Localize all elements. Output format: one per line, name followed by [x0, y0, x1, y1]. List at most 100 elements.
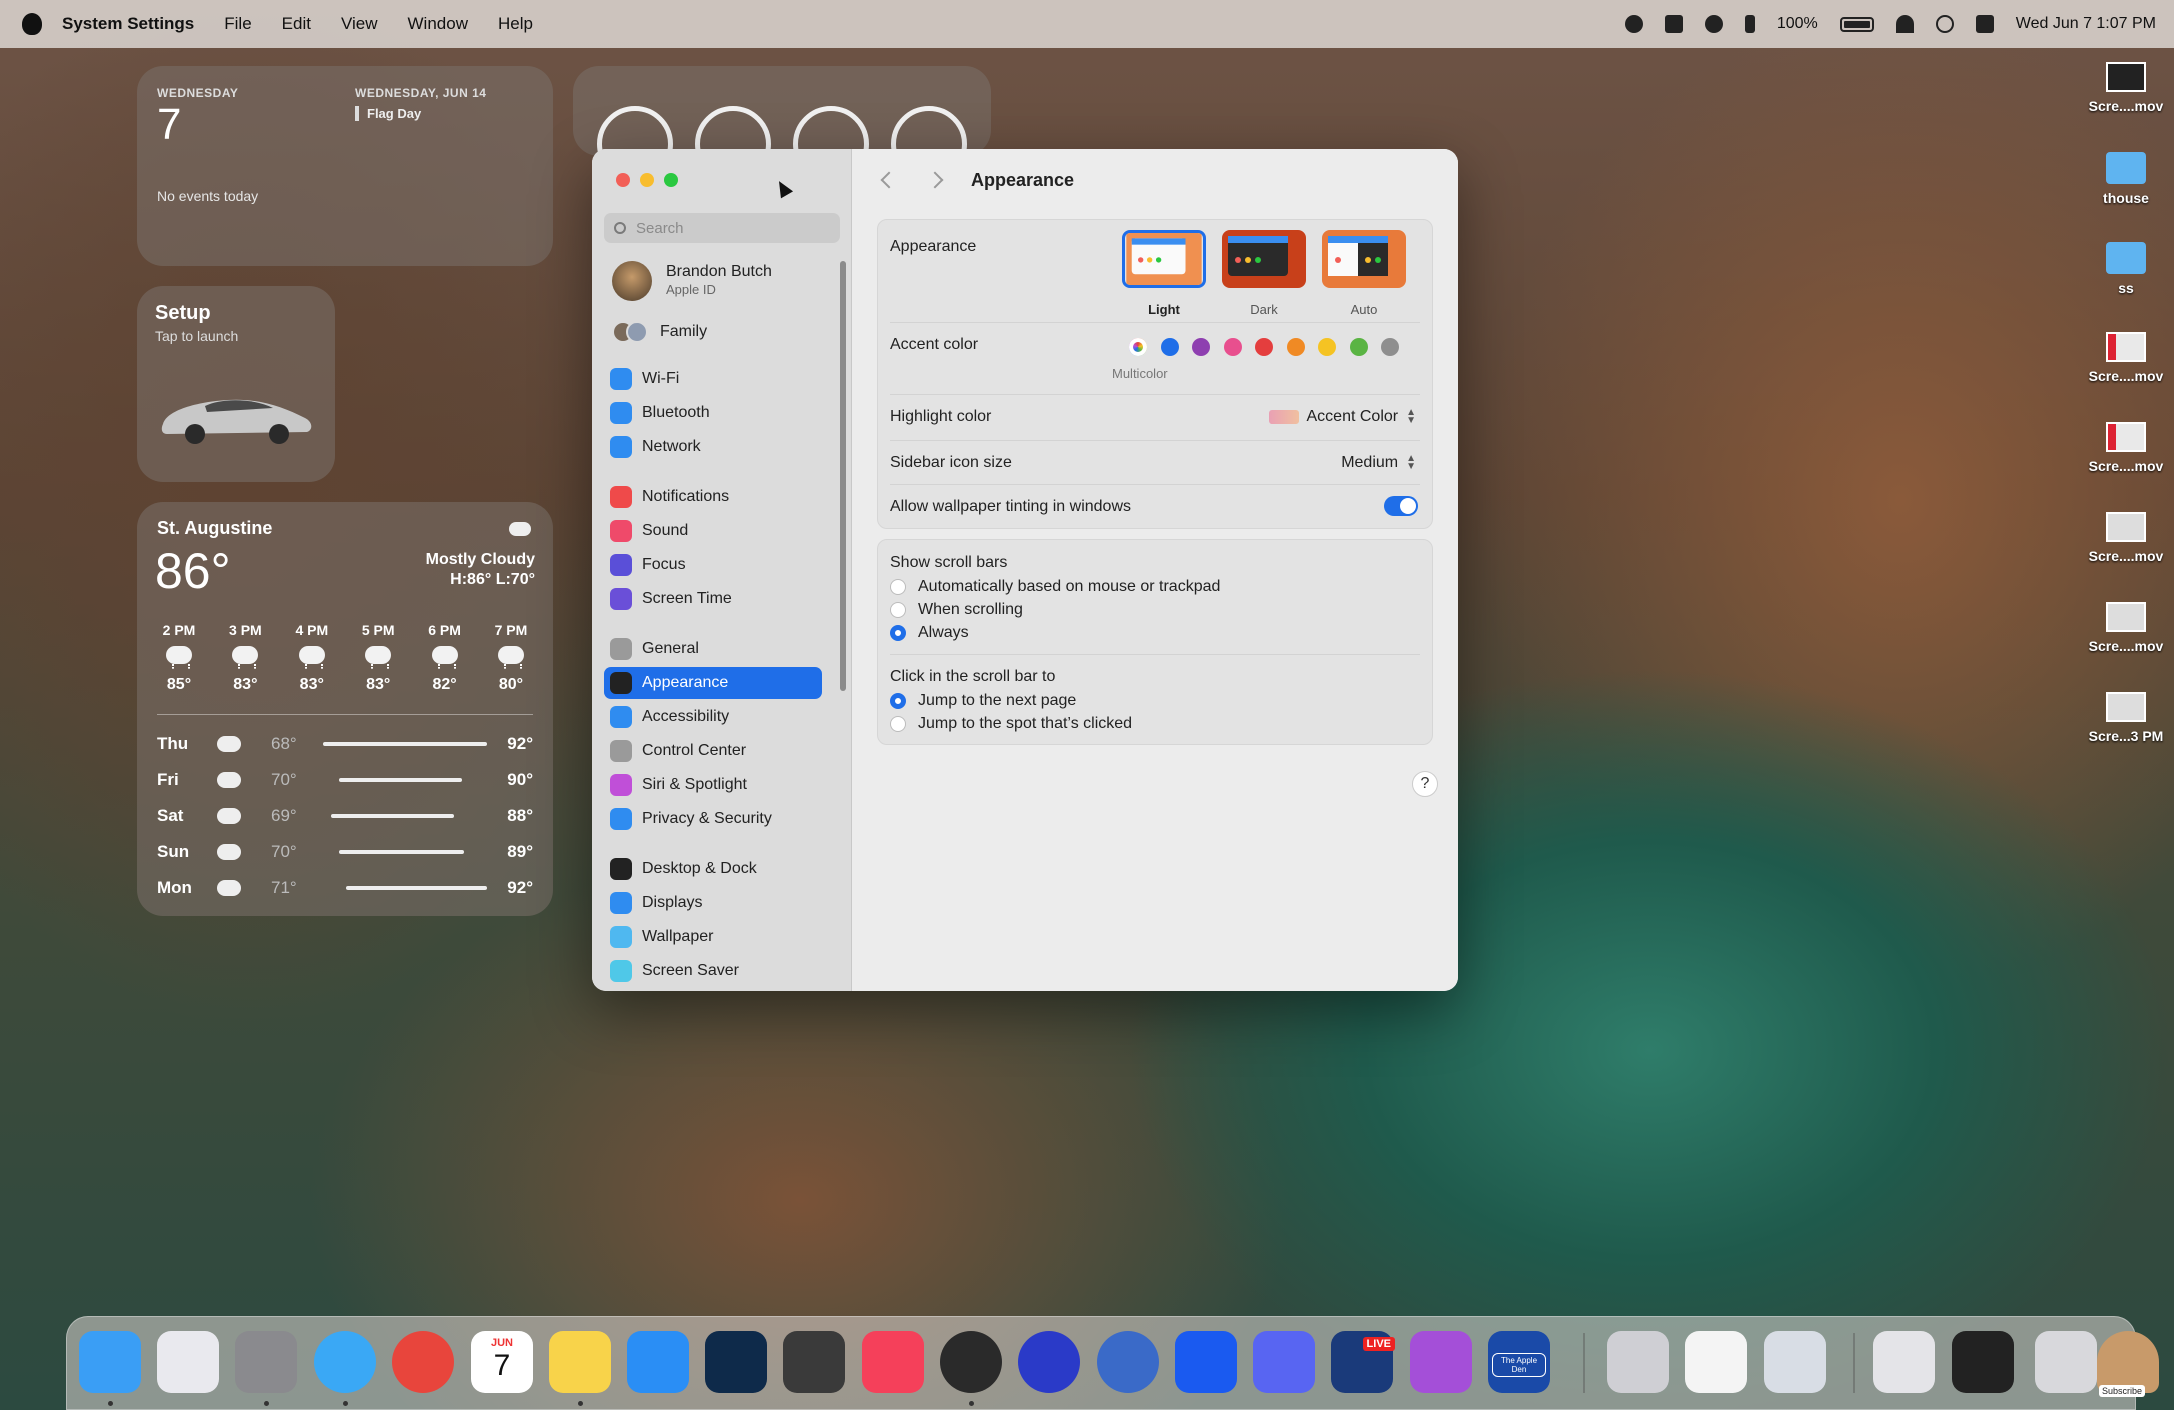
sidebar-item-sound[interactable]: Sound: [604, 515, 822, 547]
jump-next-page-radio[interactable]: Jump to the next page: [890, 692, 1076, 710]
theme-dark[interactable]: Dark: [1222, 230, 1306, 317]
quicktime-icon[interactable]: [940, 1331, 1002, 1393]
menu-help[interactable]: Help: [498, 14, 533, 34]
battery-icon[interactable]: [1839, 16, 1874, 32]
safari-icon[interactable]: [314, 1331, 376, 1393]
weather-widget[interactable]: St. Augustine 86° Mostly Cloudy H:86° L:…: [137, 502, 553, 916]
wifi-icon[interactable]: [1895, 15, 1914, 33]
discord-icon[interactable]: [1253, 1331, 1315, 1393]
sidebar-item-siri-spotlight[interactable]: Siri & Spotlight: [604, 769, 822, 801]
scroll-when-scrolling-radio[interactable]: When scrolling: [890, 601, 1023, 619]
apple-den-icon[interactable]: The Apple Den: [1488, 1331, 1550, 1393]
accent-swatch[interactable]: [1192, 338, 1210, 356]
live-stream-icon[interactable]: LIVE: [1331, 1331, 1395, 1393]
system-settings-icon[interactable]: [235, 1331, 297, 1393]
photoshop-icon[interactable]: [705, 1331, 767, 1393]
accent-swatch[interactable]: [1349, 338, 1368, 356]
chrome-icon[interactable]: [392, 1331, 454, 1393]
sidebar-item-displays[interactable]: Displays: [604, 887, 822, 919]
window-icon[interactable]: [1873, 1331, 1935, 1393]
sidebar-item-bluetooth[interactable]: Bluetooth: [604, 397, 822, 429]
final-cut-icon[interactable]: [783, 1331, 845, 1393]
help-button[interactable]: ?: [1412, 771, 1438, 797]
desktop-file[interactable]: Scre....mov: [2082, 332, 2170, 384]
finder-icon[interactable]: [79, 1331, 141, 1393]
desktop-file[interactable]: Scre....mov: [2082, 62, 2170, 114]
back-chevron-icon[interactable]: [880, 171, 898, 189]
accent-swatch[interactable]: [1286, 338, 1305, 356]
dropbox-icon[interactable]: [1664, 15, 1683, 33]
music-icon[interactable]: [862, 1331, 924, 1393]
sidebar-item-appearance[interactable]: Appearance: [604, 667, 822, 699]
spotlight-icon[interactable]: [1935, 15, 1954, 33]
sidebar-item-general[interactable]: General: [604, 633, 822, 665]
sidebar-item-wallpaper[interactable]: Wallpaper: [604, 921, 822, 953]
sidebar-item-notifications[interactable]: Notifications: [604, 481, 822, 513]
apple-id-row[interactable]: Brandon Butch Apple ID: [612, 261, 772, 301]
menu-view[interactable]: View: [341, 14, 378, 34]
sidebar-icon-size-popup[interactable]: Medium ▲ ▼: [1341, 454, 1416, 472]
forward-chevron-icon[interactable]: [926, 171, 944, 189]
avatar-icon[interactable]: Subscribe: [2097, 1331, 2159, 1397]
accent-swatch[interactable]: [1223, 338, 1242, 356]
accent-swatch[interactable]: [1381, 338, 1399, 356]
desktop-file[interactable]: Scre...3 PM: [2082, 692, 2170, 744]
bluetooth-icon[interactable]: [1744, 15, 1755, 33]
theme-auto[interactable]: Auto: [1322, 230, 1406, 317]
menu-window[interactable]: Window: [408, 14, 468, 34]
calendar-widget[interactable]: WEDNESDAY 7 No events today WEDNESDAY, J…: [137, 66, 553, 266]
menu-edit[interactable]: Edit: [282, 14, 311, 34]
sidebar-item-network[interactable]: Network: [604, 431, 822, 463]
control-center-icon[interactable]: [1975, 15, 1994, 33]
scroll-auto-radio[interactable]: Automatically based on mouse or trackpad: [890, 578, 1220, 596]
notes-icon[interactable]: [549, 1331, 611, 1393]
reminders-icon[interactable]: [1685, 1331, 1747, 1393]
launchpad-icon[interactable]: [157, 1331, 219, 1393]
menu-clock[interactable]: Wed Jun 7 1:07 PM: [2016, 15, 2156, 33]
feedback-icon[interactable]: [1410, 1331, 1472, 1393]
family-row[interactable]: Family: [612, 321, 707, 343]
sidebar-item-accessibility[interactable]: Accessibility: [604, 701, 822, 733]
app-menu[interactable]: System Settings: [62, 14, 194, 34]
trash-icon[interactable]: [2035, 1331, 2097, 1393]
calendar-icon[interactable]: JUN 7: [471, 1331, 533, 1393]
sidebar-item-desktop-dock[interactable]: Desktop & Dock: [604, 853, 822, 885]
scroll-always-radio[interactable]: Always: [890, 624, 969, 642]
screen-record-icon[interactable]: [1624, 15, 1643, 33]
sidebar-item-wi-fi[interactable]: Wi-Fi: [604, 363, 822, 395]
wallpaper-tinting-toggle[interactable]: [1384, 496, 1418, 516]
accent-swatch[interactable]: [1160, 338, 1179, 356]
close-button[interactable]: [616, 173, 630, 187]
accent-multicolor-swatch[interactable]: [1129, 338, 1147, 356]
podcast-app-icon[interactable]: [1018, 1331, 1080, 1393]
search-field[interactable]: Search: [604, 213, 840, 243]
menu-file[interactable]: File: [224, 14, 251, 34]
sidebar-item-screen-time[interactable]: Screen Time: [604, 583, 822, 615]
minimize-button[interactable]: [640, 173, 654, 187]
sidebar-item-focus[interactable]: Focus: [604, 549, 822, 581]
zoom-button[interactable]: [664, 173, 678, 187]
terminal-window-icon[interactable]: [1952, 1331, 2014, 1393]
app-store-icon[interactable]: [627, 1331, 689, 1393]
wire-icon[interactable]: [1097, 1331, 1159, 1393]
sidebar-item-privacy-security[interactable]: Privacy & Security: [604, 803, 822, 835]
theme-light[interactable]: Light: [1122, 230, 1206, 317]
accent-swatch[interactable]: [1255, 338, 1273, 356]
desktop-file[interactable]: Scre....mov: [2082, 512, 2170, 564]
mimestream-icon[interactable]: [1175, 1331, 1237, 1393]
preview-icon[interactable]: [1764, 1331, 1826, 1393]
jump-to-spot-radio[interactable]: Jump to the spot that’s clicked: [890, 715, 1132, 733]
sidebar-scrollbar[interactable]: [840, 261, 846, 691]
apple-menu-icon[interactable]: [22, 13, 42, 35]
sidebar-item-screen-saver[interactable]: Screen Saver: [604, 955, 822, 987]
printer-icon[interactable]: [1607, 1331, 1669, 1393]
desktop-folder[interactable]: thouse: [2082, 152, 2170, 206]
sidebar-item-control-center[interactable]: Control Center: [604, 735, 822, 767]
desktop-file[interactable]: Scre....mov: [2082, 422, 2170, 474]
desktop-folder[interactable]: ss: [2082, 242, 2170, 296]
accent-swatch[interactable]: [1318, 338, 1336, 356]
desktop-file[interactable]: Scre....mov: [2082, 602, 2170, 654]
tesla-widget[interactable]: Setup Tap to launch: [137, 286, 335, 482]
highlight-color-popup[interactable]: Accent Color ▲ ▼: [1268, 408, 1416, 426]
play-icon[interactable]: [1704, 15, 1723, 33]
